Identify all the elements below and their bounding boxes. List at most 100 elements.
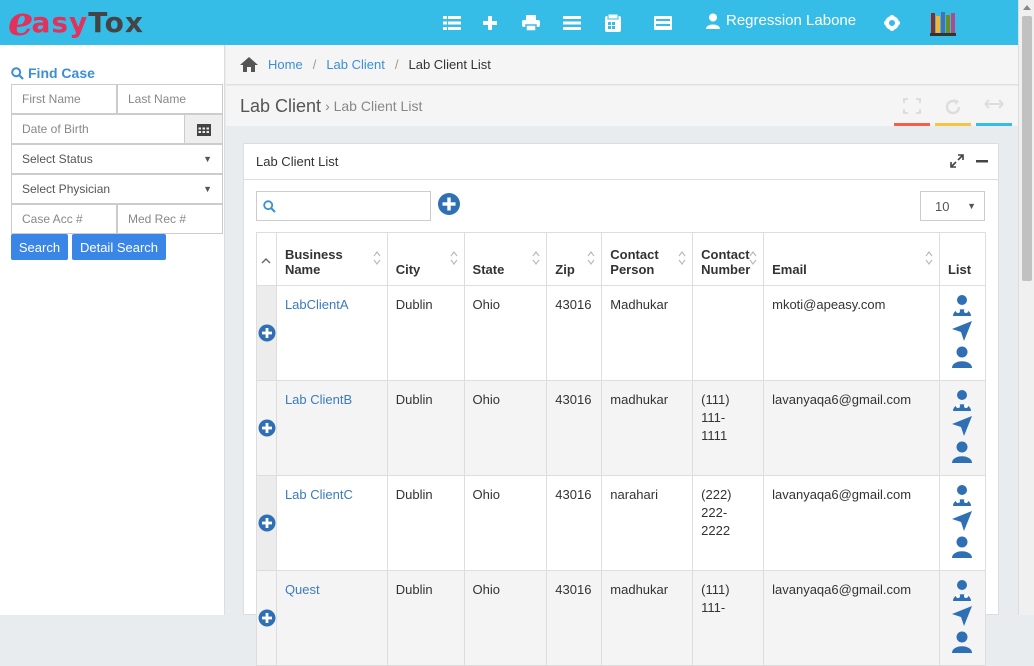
maximize-icon[interactable] xyxy=(950,154,964,168)
card-icon[interactable] xyxy=(652,12,674,34)
case-acc-field[interactable]: Case Acc # xyxy=(11,204,117,234)
sort-icon xyxy=(925,251,933,265)
plus-circle-icon xyxy=(258,609,276,627)
chevron-up-icon xyxy=(261,257,271,263)
row-expand-button[interactable] xyxy=(258,324,276,347)
logo-part2: Tox xyxy=(88,5,144,39)
books-icon[interactable] xyxy=(930,10,956,36)
breadcrumb-lab-client[interactable]: Lab Client xyxy=(326,57,385,72)
table-list-icon[interactable] xyxy=(561,12,583,34)
business-name-link[interactable]: Quest xyxy=(285,582,320,597)
phone-line: 1111 xyxy=(701,428,728,443)
med-rec-field[interactable]: Med Rec # xyxy=(117,204,223,234)
detail-search-button[interactable]: Detail Search xyxy=(72,234,166,260)
cell-email: lavanyaqa6@gmail.com xyxy=(763,570,940,666)
refresh-tool[interactable] xyxy=(935,98,971,126)
sort-icon xyxy=(450,251,458,265)
table-search-input[interactable] xyxy=(256,191,431,221)
doctor-icon[interactable] xyxy=(951,389,973,411)
cell-list-actions xyxy=(938,380,987,476)
page-size-select[interactable]: 10 ▼ xyxy=(920,191,985,221)
fullscreen-tool[interactable] xyxy=(894,98,930,126)
status-select[interactable]: Select Status ▼ xyxy=(11,144,223,174)
easytox-logo[interactable]: e asyTox xyxy=(8,2,144,42)
column-city[interactable]: City xyxy=(386,232,465,286)
header-text: Person xyxy=(610,262,655,277)
list-icon[interactable] xyxy=(441,12,463,34)
business-name-link[interactable]: Lab ClientC xyxy=(285,487,353,502)
lab-client-table: Business Name City State Zip Contact Perso… xyxy=(256,232,987,666)
header-text: Contact xyxy=(610,247,659,262)
table-row: LabClientA Dublin Ohio 43016 Madhukar mkoti@a… xyxy=(256,285,987,381)
business-name-link[interactable]: LabClientA xyxy=(285,297,349,312)
row-expand-button[interactable] xyxy=(258,419,276,442)
doctor-icon[interactable] xyxy=(951,484,973,506)
sort-icon xyxy=(749,251,757,265)
location-arrow-icon[interactable] xyxy=(951,510,973,532)
cell-zip: 43016 xyxy=(546,380,603,476)
row-expand-button[interactable] xyxy=(258,514,276,537)
dob-field[interactable]: Date of Birth xyxy=(11,114,185,144)
column-state[interactable]: State xyxy=(463,232,548,286)
user-menu[interactable]: Regression Labone xyxy=(706,12,856,29)
user-icon[interactable] xyxy=(951,346,973,368)
calendar-icon xyxy=(196,123,211,136)
plus-circle-icon xyxy=(438,193,460,215)
phone-line: (111) xyxy=(701,392,730,407)
plus-icon[interactable] xyxy=(479,12,501,34)
panel-header: Lab Client List xyxy=(244,144,998,180)
header-text: City xyxy=(395,262,421,277)
location-arrow-icon[interactable] xyxy=(951,415,973,437)
cell-contact-person: madhukar xyxy=(601,570,694,666)
doctor-icon[interactable] xyxy=(951,579,973,601)
user-icon[interactable] xyxy=(951,536,973,558)
last-name-field[interactable]: Last Name xyxy=(117,84,223,114)
expand-column-header[interactable] xyxy=(256,232,277,286)
cell-business-name: LabClientA xyxy=(275,285,388,381)
width-tool[interactable] xyxy=(976,98,1012,126)
doctor-icon[interactable] xyxy=(951,294,973,316)
cell-contact-person: narahari xyxy=(601,475,694,571)
cell-contact-number: (111) 111- xyxy=(692,570,765,666)
add-lab-client-button[interactable] xyxy=(437,192,461,219)
breadcrumb-home[interactable]: Home xyxy=(268,57,303,72)
cell-list-actions xyxy=(938,285,987,381)
home-icon[interactable] xyxy=(240,57,258,72)
gear-icon[interactable] xyxy=(881,12,903,34)
expand-icon xyxy=(903,98,921,114)
location-arrow-icon[interactable] xyxy=(951,320,973,342)
user-icon[interactable] xyxy=(951,441,973,463)
row-expand-button[interactable] xyxy=(258,609,276,632)
scroll-up-arrow[interactable] xyxy=(1023,5,1031,10)
header-text: List xyxy=(947,262,972,277)
header-text: Zip xyxy=(555,262,575,277)
table-row: Lab ClientB Dublin Ohio 43016 madhukar (111) 1… xyxy=(256,380,987,476)
search-button[interactable]: Search xyxy=(11,234,68,260)
cell-list-actions xyxy=(938,570,987,666)
breadcrumb-current: Lab Client List xyxy=(408,57,491,72)
first-name-field[interactable]: First Name xyxy=(11,84,117,114)
cell-state: Ohio xyxy=(463,285,548,381)
find-case-title: Find Case xyxy=(11,65,95,81)
print-icon[interactable] xyxy=(520,12,542,34)
column-business-name[interactable]: Business Name xyxy=(275,232,388,286)
column-contact-person[interactable]: Contact Person xyxy=(601,232,694,286)
collapse-icon[interactable] xyxy=(976,155,988,167)
physician-select[interactable]: Select Physician ▼ xyxy=(11,174,223,204)
fax-icon[interactable] xyxy=(602,12,624,34)
cell-state: Ohio xyxy=(463,570,548,666)
page-scrollbar[interactable] xyxy=(1018,0,1034,615)
calendar-button[interactable] xyxy=(184,114,223,144)
arrows-horizontal-icon xyxy=(984,99,1004,109)
scroll-thumb[interactable] xyxy=(1022,16,1032,281)
tool-indicator-yellow xyxy=(935,123,971,126)
column-contact-number[interactable]: Contact Number xyxy=(692,232,765,286)
refresh-icon xyxy=(945,99,961,115)
table-row: Quest Dublin Ohio 43016 madhukar (111) 111- lav… xyxy=(256,570,987,666)
business-name-link[interactable]: Lab ClientB xyxy=(285,392,352,407)
location-arrow-icon[interactable] xyxy=(951,605,973,627)
column-zip[interactable]: Zip xyxy=(546,232,603,286)
status-select-value: Select Status xyxy=(22,152,93,166)
user-icon[interactable] xyxy=(951,631,973,653)
column-email[interactable]: Email xyxy=(763,232,940,286)
